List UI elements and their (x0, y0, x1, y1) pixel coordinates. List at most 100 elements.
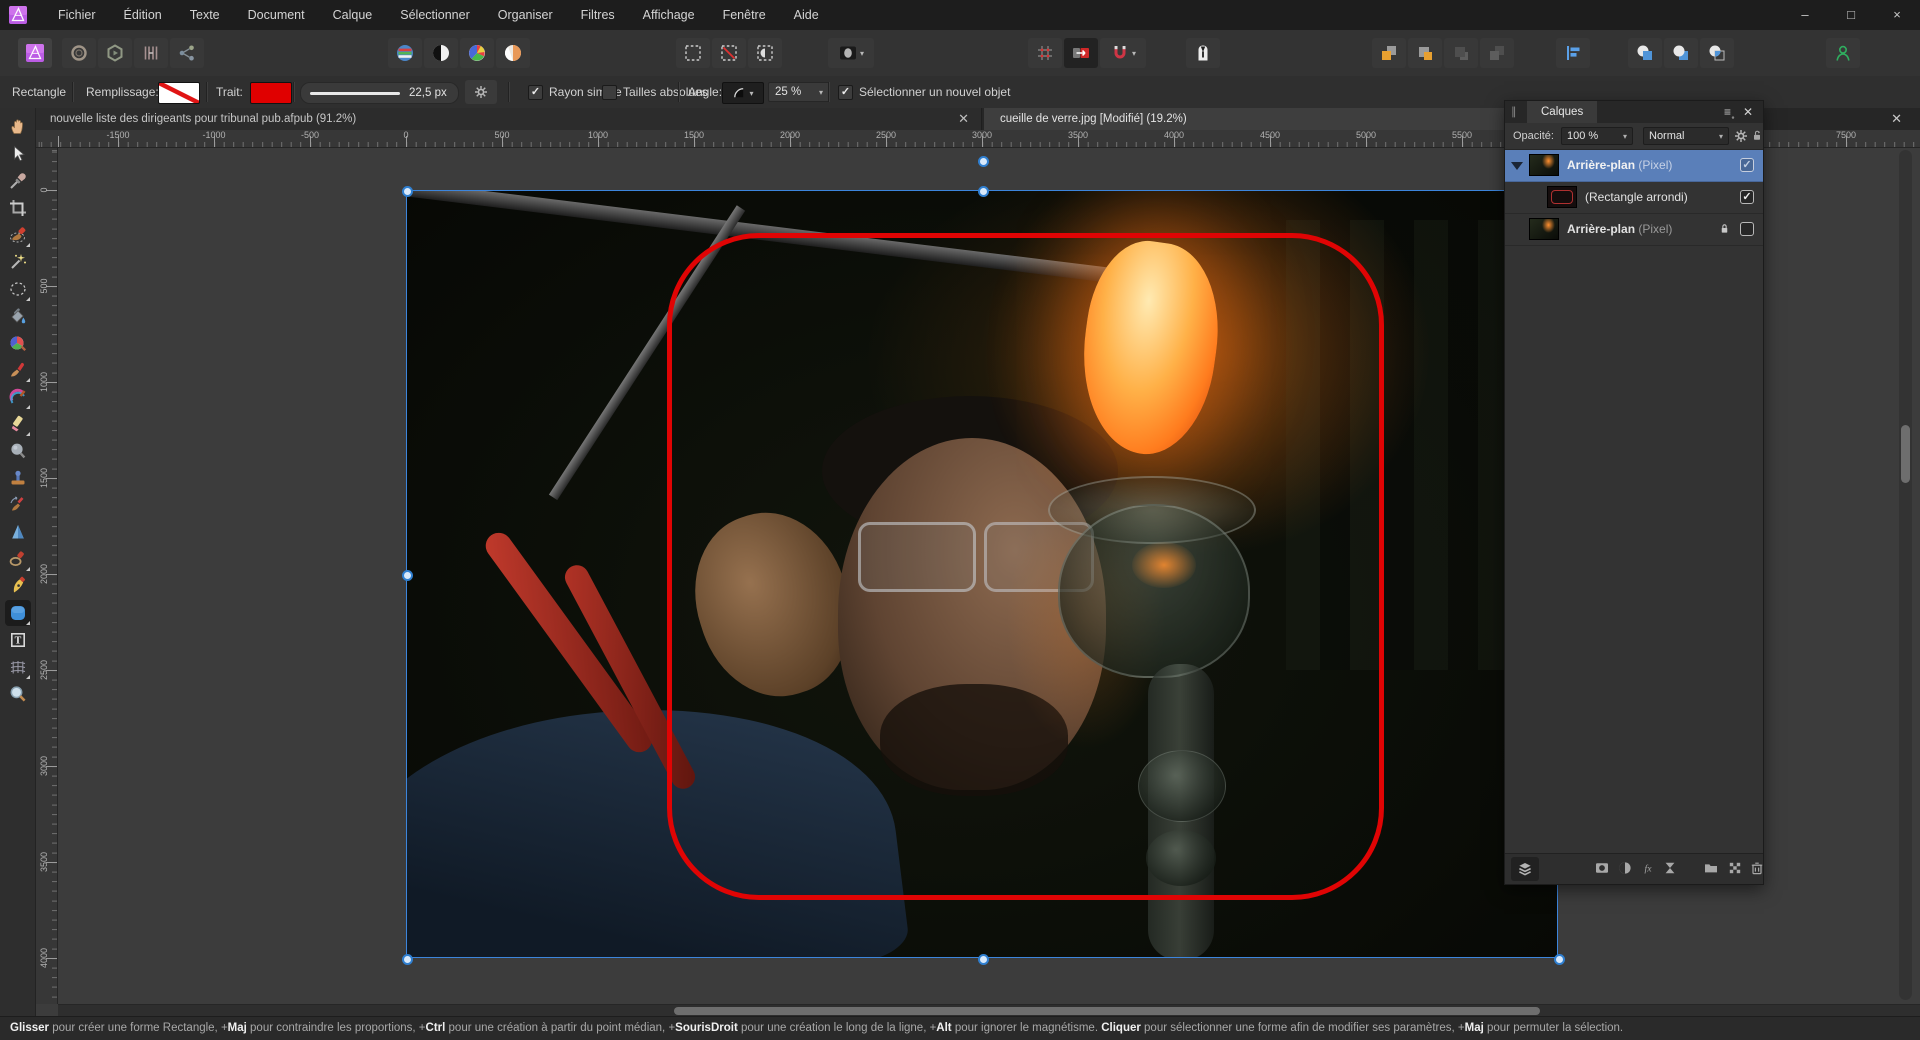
corner-radius-dropdown[interactable]: 25 % ▾ (768, 82, 830, 102)
bool-intersect-icon[interactable] (1700, 38, 1734, 68)
layer-thumbnail[interactable] (1529, 218, 1559, 240)
vertical-scrollbar-thumb[interactable] (1901, 425, 1910, 483)
hourglass-icon[interactable] (1662, 860, 1678, 876)
marquee-tool[interactable] (5, 276, 31, 302)
lock-icon[interactable] (1751, 129, 1763, 142)
adjust-levels-icon[interactable] (388, 38, 422, 68)
layer-thumbnail[interactable] (1529, 154, 1559, 176)
pixel-tool[interactable] (5, 384, 31, 410)
vertical-scrollbar[interactable] (1899, 150, 1912, 1000)
panel-close-icon[interactable]: ✕ (1743, 101, 1753, 123)
panel-grip-icon[interactable]: ∥ (1511, 101, 1518, 123)
alignment-icon[interactable] (1556, 38, 1590, 68)
menu-texte[interactable]: Texte (176, 0, 234, 30)
paint-brush-tool[interactable] (5, 357, 31, 383)
maximize-button[interactable]: □ (1828, 0, 1874, 30)
zoom-tool[interactable] (5, 681, 31, 707)
horizontal-scrollbar[interactable] (58, 1004, 1920, 1016)
rotation-handle[interactable] (977, 155, 989, 167)
selection-brush-tool[interactable] (5, 222, 31, 248)
erase-tool[interactable] (5, 411, 31, 437)
pixel-layer-icon[interactable] (1727, 860, 1743, 876)
persona-liquify-icon[interactable] (134, 38, 168, 68)
magnet-icon[interactable]: ▾ (1100, 38, 1146, 68)
gear-icon[interactable] (1733, 128, 1749, 144)
rounded-rectangle-shape[interactable] (667, 233, 1384, 900)
text-tool[interactable]: T (5, 627, 31, 653)
group-folder-icon[interactable] (1703, 860, 1719, 876)
menu-fenetre[interactable]: Fenêtre (709, 0, 780, 30)
layer-row[interactable]: (Rectangle arrondi) ✓ (1505, 182, 1763, 214)
smudge-tool[interactable] (5, 492, 31, 518)
close-icon[interactable]: ✕ (958, 108, 969, 130)
fill-swatch[interactable] (158, 82, 200, 104)
stroke-width-slider[interactable] (310, 91, 400, 95)
menu-fichier[interactable]: Fichier (44, 0, 110, 30)
layer-visibility-checkbox[interactable]: ✓ (1740, 158, 1754, 172)
fx-icon[interactable]: fx (1640, 860, 1656, 876)
delete-icon[interactable] (1749, 860, 1765, 876)
document-tab-2[interactable]: cueille de verre.jpg [Modifié] (19.2%) (984, 108, 1544, 130)
menu-selectionner[interactable]: Sélectionner (386, 0, 484, 30)
menu-filtres[interactable]: Filtres (567, 0, 629, 30)
menu-affichage[interactable]: Affichage (629, 0, 709, 30)
rectangle-tool[interactable] (5, 600, 31, 626)
adjust-white-balance-icon[interactable] (496, 38, 530, 68)
layer-row[interactable]: Arrière-plan (Pixel) ✓ (1505, 150, 1763, 182)
pen-tool[interactable] (5, 573, 31, 599)
expand-arrow-icon[interactable] (1511, 162, 1523, 170)
vector-brush-tool[interactable] (5, 546, 31, 572)
assistant-icon[interactable] (1186, 38, 1220, 68)
close-icon[interactable]: ✕ (1891, 108, 1902, 130)
dodge-tool[interactable] (5, 519, 31, 545)
stroke-swatch[interactable] (250, 82, 292, 104)
menu-edition[interactable]: Édition (110, 0, 176, 30)
panel-menu-icon[interactable]: ≡˳ (1724, 101, 1735, 123)
layer-visibility-checkbox[interactable]: ✓ (1740, 190, 1754, 204)
menu-document[interactable]: Document (234, 0, 319, 30)
minimize-button[interactable]: – (1782, 0, 1828, 30)
snap-move-icon[interactable] (1064, 38, 1098, 68)
stroke-settings-button[interactable] (465, 80, 497, 104)
mask-button-icon[interactable]: ▾ (828, 38, 874, 68)
adjust-hsl-icon[interactable] (460, 38, 494, 68)
snap-grid-icon[interactable] (1028, 38, 1062, 68)
persona-export-icon[interactable] (170, 38, 204, 68)
mesh-warp-tool[interactable] (5, 654, 31, 680)
clone-tool[interactable] (5, 465, 31, 491)
invert-selection-icon[interactable] (748, 38, 782, 68)
adjustment-icon[interactable] (1617, 860, 1633, 876)
selection-marquee-icon[interactable] (676, 38, 710, 68)
deselect-icon[interactable] (712, 38, 746, 68)
flood-fill-tool[interactable] (5, 303, 31, 329)
corner-style-dropdown[interactable]: ▾ (722, 82, 764, 104)
menu-calque[interactable]: Calque (319, 0, 387, 30)
flood-select-tool[interactable] (5, 249, 31, 275)
mask-icon[interactable] (1594, 860, 1610, 876)
move-tool[interactable] (5, 141, 31, 167)
document-image[interactable] (406, 190, 1558, 958)
color-picker-tool[interactable] (5, 168, 31, 194)
menu-organiser[interactable]: Organiser (484, 0, 567, 30)
stroke-width-field[interactable]: 22,5 px (300, 82, 459, 104)
persona-photo-icon[interactable] (98, 38, 132, 68)
layers-panel-tab[interactable]: Calques (1527, 101, 1598, 123)
menu-aide[interactable]: Aide (780, 0, 833, 30)
account-icon[interactable] (1826, 38, 1860, 68)
persona-designer-icon[interactable] (62, 38, 96, 68)
horizontal-scrollbar-thumb[interactable] (674, 1007, 1540, 1015)
crop-tool[interactable] (5, 195, 31, 221)
app-logo-button-icon[interactable] (18, 38, 52, 68)
select-new-object-checkbox[interactable]: ✓ Sélectionner un nouvel objet (838, 76, 1010, 108)
layer-visibility-checkbox[interactable] (1740, 222, 1754, 236)
close-button[interactable]: × (1874, 0, 1920, 30)
layers-stack-icon[interactable] (1511, 857, 1539, 881)
layer-thumbnail[interactable] (1547, 186, 1577, 208)
arrange-front-icon[interactable] (1372, 38, 1406, 68)
lock-icon[interactable] (1719, 222, 1730, 235)
adjust-contrast-icon[interactable] (424, 38, 458, 68)
layer-row[interactable]: Arrière-plan (Pixel) (1505, 214, 1763, 246)
arrange-forward-icon[interactable] (1408, 38, 1442, 68)
blur-tool[interactable] (5, 438, 31, 464)
document-tab-1[interactable]: nouvelle liste des dirigeants pour tribu… (36, 108, 982, 130)
